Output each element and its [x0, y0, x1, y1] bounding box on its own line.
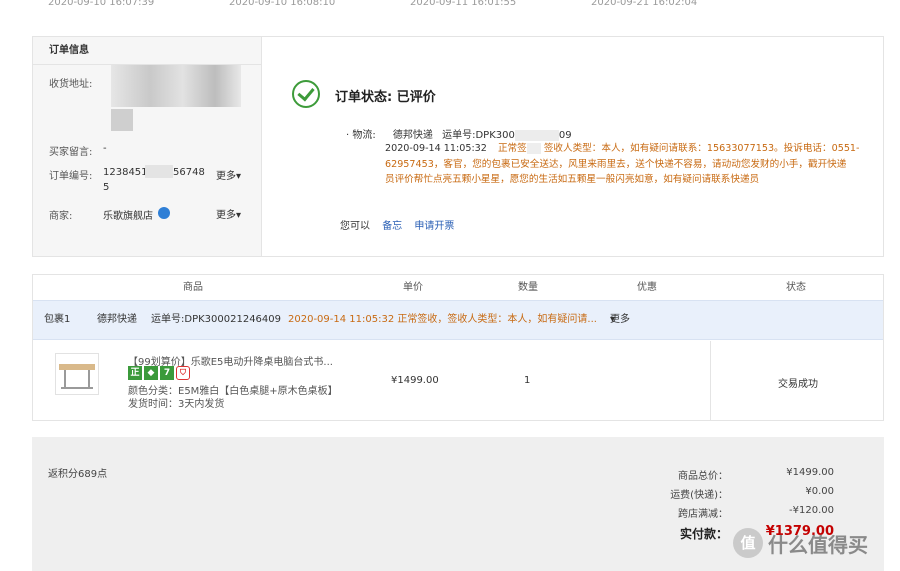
waybill-redacted — [514, 129, 559, 141]
order-no-part-b: 56748 — [173, 167, 205, 178]
chevron-down-icon: ▾ — [610, 314, 616, 325]
logistics-label: · 物流: — [346, 130, 376, 141]
merchant-more-link[interactable]: 更多▾ — [216, 206, 241, 221]
package-waybill: 运单号:DPK300021246409 — [151, 314, 282, 325]
product-badges: 正 ◆ 7 ⛉ — [128, 366, 190, 380]
desk-foot — [61, 387, 93, 389]
seven-day-return-badge-icon: 7 — [160, 366, 174, 380]
order-status-panel: 订单状态: 已评价 · 物流: 德邦快递 运单号:DPK300 09 2020-0… — [263, 37, 883, 256]
watermark-logo-icon: 值 — [733, 528, 763, 558]
package-label: 包裹1 — [44, 314, 71, 325]
order-no-more-link[interactable]: 更多▾ — [216, 167, 241, 182]
chevron-down-icon: ▾ — [236, 210, 242, 221]
detail-redacted — [526, 142, 541, 154]
desk-leg-right — [88, 370, 90, 388]
chevron-down-icon: ▾ — [236, 171, 242, 182]
timeline-time-3: 2020-09-11 16:01:55 — [410, 0, 517, 8]
order-info-heading: 订单信息 — [33, 37, 261, 65]
package-row: 包裹1 德邦快递 运单号:DPK300021246409 2020-09-14 … — [33, 300, 883, 340]
genuine-badge-icon: 正 — [128, 366, 142, 380]
desk-leg-left — [64, 370, 66, 388]
summary-shipping-value: ¥0.00 — [805, 486, 834, 497]
you-can-label: 您可以 — [340, 221, 370, 232]
timeline-time-1: 2020-09-10 16:07:39 — [48, 0, 155, 8]
merchant-name[interactable]: 乐歌旗舰店 — [103, 207, 153, 222]
buyer-note-label: 买家留言: — [49, 147, 93, 158]
col-header-status: 状态 — [786, 282, 806, 293]
trade-status: 交易成功 — [778, 379, 818, 390]
package-info: 2020-09-14 11:05:32 正常签收，签收人类型：本人，如有疑问请.… — [288, 314, 597, 325]
product-quantity: 1 — [524, 375, 531, 386]
request-invoice-link[interactable]: 申请开票 — [414, 221, 454, 232]
summary-shipping-label: 运费(快递)： — [670, 490, 728, 501]
order-panel: 订单信息 收货地址: 买家留言: - 订单编号: 1238451 56748 5… — [32, 36, 884, 257]
timeline-time-2: 2020-09-10 16:08:10 — [229, 0, 336, 8]
shield-badge-icon: ⛉ — [176, 366, 190, 380]
memo-link[interactable]: 备忘 — [382, 221, 402, 232]
product-price: ¥1499.00 — [391, 375, 439, 386]
check-circle-icon — [292, 80, 320, 108]
logistics-detail: 2020-09-14 11:05:32 正常签 签收人类型：本人，如有疑问请联系… — [385, 141, 877, 188]
summary-discount-label: 跨店满减： — [678, 509, 728, 520]
summary-goods-total-value: ¥1499.00 — [786, 467, 834, 478]
order-info-panel: 订单信息 收货地址: 买家留言: - 订单编号: 1238451 56748 5… — [33, 37, 262, 256]
order-status-title: 订单状态: 已评价 — [335, 90, 436, 105]
col-header-price: 单价 — [403, 282, 423, 293]
address-label: 收货地址: — [49, 79, 93, 90]
wangwang-chat-icon[interactable] — [158, 207, 170, 219]
address-redacted-2 — [111, 109, 133, 131]
logistics-waybill: 运单号:DPK300 — [442, 130, 515, 141]
order-no-part-a: 1238451 — [103, 167, 148, 178]
order-no-label: 订单编号: — [49, 171, 93, 182]
logistics-row: · 物流: 德邦快递 运单号:DPK300 09 — [346, 126, 572, 141]
address-redacted — [111, 65, 241, 107]
col-header-goods: 商品 — [183, 282, 203, 293]
logistics-detail-c: 员评价帮忙点亮五颗小星星，愿您的生活如五颗星一般闪亮如意，如有疑问请联系快递员 — [385, 174, 760, 185]
product-sku: 颜色分类：E5M雅白【白色桌腿+原木色桌板】 发货时间：3天内发货 — [128, 386, 338, 410]
merchant-more-label: 更多 — [216, 210, 236, 221]
order-no-part-c: 5 — [103, 182, 110, 193]
col-header-qty: 数量 — [518, 282, 538, 293]
logistics-detail-b: 62957453，客官，您的包裹已安全送达，风里来雨里去，送个快递不容易，请动动… — [385, 158, 847, 170]
timeline-time-4: 2020-09-21 16:02:04 — [591, 0, 698, 8]
logistics-carrier: 德邦快递 — [392, 130, 433, 141]
col-header-discount: 优惠 — [637, 282, 657, 293]
product-thumbnail[interactable] — [55, 353, 99, 395]
logistics-waybill-tail: 09 — [558, 130, 572, 141]
watermark-text: 什么值得买 — [768, 532, 868, 557]
summary-goods-total-label: 商品总价： — [678, 471, 728, 482]
logistics-detail-a: 签收人类型：本人，如有疑问请联系：15633077153。投诉电话：0551- — [543, 143, 860, 154]
merchant-label: 商家: — [49, 211, 73, 222]
order-no-more-label: 更多 — [216, 171, 236, 182]
summary-discount-value: -¥120.00 — [789, 505, 834, 516]
logistics-detail-head: 正常签 — [497, 143, 527, 154]
goods-table: 商品 单价 数量 优惠 状态 包裹1 德邦快递 运单号:DPK300021246… — [32, 274, 884, 421]
buyer-note: - — [103, 143, 107, 154]
guarantee-badge-icon: ◆ — [144, 366, 158, 380]
summary-total-label: 实付款： — [679, 527, 728, 541]
reward-points: 返积分689点 — [48, 469, 108, 480]
logistics-time: 2020-09-14 11:05:32 — [385, 143, 487, 154]
package-carrier: 德邦快递 — [97, 314, 137, 325]
divider — [710, 341, 711, 421]
order-no-redacted — [145, 165, 173, 178]
order-actions: 您可以 备忘 申请开票 — [340, 217, 454, 232]
site-watermark: 值 什么值得买 — [733, 528, 868, 558]
